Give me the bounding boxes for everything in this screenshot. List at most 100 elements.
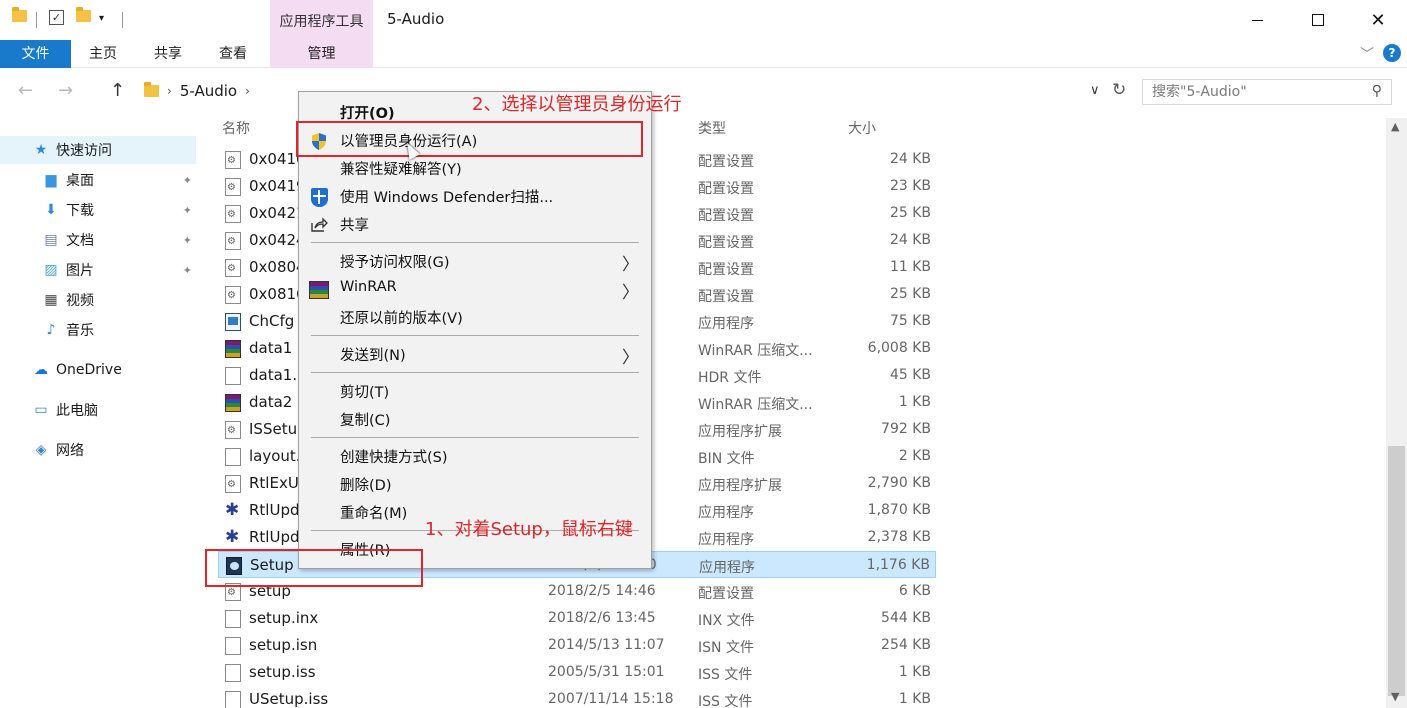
- menu-item-send-to[interactable]: 发送到(N) 〉: [299, 340, 651, 368]
- network-icon: ◈: [35, 442, 47, 458]
- pin-icon[interactable]: ✦: [183, 204, 192, 217]
- file-type: 配置设置: [698, 289, 754, 305]
- search-box[interactable]: ⚲: [1142, 79, 1392, 105]
- menu-item-label: 剪切(T): [340, 385, 390, 401]
- toolbar-divider: [36, 12, 37, 28]
- menu-item-give-access[interactable]: 授予访问权限(G) 〉: [299, 247, 651, 275]
- close-button[interactable]: ✕: [1355, 0, 1401, 40]
- search-input[interactable]: [1143, 80, 1353, 104]
- file-row[interactable]: setup.isn 2014/5/13 11:07 ISN 文件 254 KB: [218, 632, 936, 659]
- pin-icon[interactable]: ✦: [183, 264, 192, 277]
- file-name: RtlUpd: [249, 501, 300, 519]
- file-size: 75 KB: [889, 313, 931, 329]
- address-dropdown-icon[interactable]: ∨: [1090, 83, 1100, 98]
- file-type: INX 文件: [698, 613, 755, 629]
- customize-dropdown-icon[interactable]: ▾: [99, 13, 104, 24]
- file-row[interactable]: USetup.iss 2007/11/14 15:18 ISS 文件 1 KB: [218, 686, 936, 708]
- file-size: 6 KB: [898, 583, 931, 599]
- file-name: USetup.iss: [249, 690, 329, 708]
- pin-icon[interactable]: ✦: [183, 174, 192, 187]
- menu-item-delete[interactable]: 删除(D): [299, 470, 651, 498]
- nav-item-videos[interactable]: ▦ 视频: [0, 286, 196, 314]
- file-size: 25 KB: [889, 205, 931, 221]
- scroll-up-arrow-icon[interactable]: ▲: [1391, 120, 1399, 133]
- menu-item-copy[interactable]: 复制(C): [299, 405, 651, 433]
- help-icon[interactable]: ?: [1383, 44, 1401, 62]
- nav-item-pictures[interactable]: ▨ 图片 ✦: [0, 256, 196, 284]
- blank-file-icon: [225, 637, 241, 655]
- pictures-icon: ▨: [44, 262, 58, 278]
- file-size: 24 KB: [889, 151, 931, 167]
- file-row[interactable]: setup.inx 2018/2/6 13:45 INX 文件 544 KB: [218, 605, 936, 632]
- nav-item-label: 快速访问: [56, 143, 112, 159]
- file-row[interactable]: setup.iss 2005/5/31 15:01 ISS 文件 1 KB: [218, 659, 936, 686]
- nav-item-onedrive[interactable]: ☁ OneDrive: [0, 356, 196, 384]
- blank-file-icon: [225, 664, 241, 682]
- tab-view[interactable]: 查看: [208, 40, 258, 68]
- download-icon: ⬇: [45, 202, 57, 218]
- maximize-button[interactable]: [1295, 0, 1341, 40]
- refresh-icon[interactable]: ↻: [1112, 80, 1126, 100]
- config-file-icon: [225, 286, 241, 304]
- tab-share[interactable]: 共享: [143, 40, 193, 68]
- file-size: 2,790 KB: [867, 475, 931, 491]
- file-size: 792 KB: [881, 421, 931, 437]
- scrollbar-thumb[interactable]: [1388, 446, 1405, 696]
- properties-check-icon[interactable]: ✓: [49, 10, 64, 25]
- menu-item-compat-troubleshoot[interactable]: 兼容性疑难解答(Y): [299, 154, 651, 182]
- back-button[interactable]: ←: [18, 80, 33, 101]
- nav-item-documents[interactable]: ▤ 文档 ✦: [0, 226, 196, 254]
- column-header-type[interactable]: 类型: [698, 118, 726, 138]
- vertical-scrollbar[interactable]: ▲ ▼: [1386, 118, 1407, 708]
- nav-item-quick-access[interactable]: ★ 快速访问: [0, 136, 196, 164]
- nav-item-music[interactable]: ♪ 音乐: [0, 316, 196, 344]
- forward-button[interactable]: →: [58, 80, 73, 101]
- nav-item-label: OneDrive: [56, 362, 122, 378]
- file-date: 2005/5/31 15:01: [548, 664, 665, 680]
- file-type: 配置设置: [698, 154, 754, 170]
- menu-item-create-shortcut[interactable]: 创建快捷方式(S): [299, 442, 651, 470]
- nav-item-network[interactable]: ◈ 网络: [0, 436, 196, 464]
- menu-item-label: 重命名(M): [340, 506, 408, 522]
- pin-icon[interactable]: ✦: [183, 234, 192, 247]
- tab-file[interactable]: 文件: [0, 40, 71, 68]
- menu-item-restore-versions[interactable]: 还原以前的版本(V): [299, 303, 651, 331]
- context-menu: 打开(O) 以管理员身份运行(A) 兼容性疑难解答(Y) 使用 Windows …: [298, 91, 652, 569]
- expand-ribbon-icon[interactable]: ﹀: [1360, 44, 1374, 64]
- realtek-app-icon: [225, 500, 241, 520]
- file-type: WinRAR 压缩文...: [698, 343, 813, 359]
- breadcrumb-5-audio[interactable]: 5-Audio: [180, 82, 237, 100]
- submenu-arrow-icon: 〉: [622, 255, 639, 275]
- column-header-name[interactable]: 名称: [222, 118, 250, 138]
- file-date: 2018/2/5 14:46: [548, 583, 656, 599]
- up-button[interactable]: ↑: [110, 80, 125, 101]
- nav-item-downloads[interactable]: ⬇ 下载 ✦: [0, 196, 196, 224]
- menu-item-winrar[interactable]: WinRAR 〉: [299, 275, 651, 303]
- tab-home[interactable]: 主页: [78, 40, 128, 68]
- file-name: setup.isn: [249, 636, 318, 654]
- file-size: 23 KB: [889, 178, 931, 194]
- file-size: 1 KB: [898, 394, 931, 410]
- highlight-run-as-admin: [296, 121, 643, 157]
- nav-item-label: 文档: [66, 233, 94, 249]
- menu-item-cut[interactable]: 剪切(T): [299, 377, 651, 405]
- minimize-button[interactable]: [1234, 0, 1280, 40]
- new-folder-icon[interactable]: [76, 7, 91, 22]
- breadcrumb-separator: ›: [167, 84, 172, 98]
- menu-item-share[interactable]: 共享: [299, 210, 651, 238]
- file-size: 1,176 KB: [866, 557, 930, 573]
- folder-icon: [12, 7, 27, 22]
- file-name: data2: [249, 393, 293, 411]
- nav-item-this-pc[interactable]: ▭ 此电脑: [0, 396, 196, 424]
- file-date: 2014/5/13 11:07: [548, 637, 665, 653]
- column-header-size[interactable]: 大小: [848, 118, 876, 138]
- file-date: 2007/11/14 15:18: [548, 691, 674, 707]
- search-icon[interactable]: ⚲: [1372, 83, 1382, 99]
- tab-manage[interactable]: 管理: [270, 40, 373, 68]
- nav-item-desktop[interactable]: ▆ 桌面 ✦: [0, 166, 196, 194]
- config-file-icon: [225, 259, 241, 277]
- breadcrumb-separator[interactable]: ›: [245, 84, 250, 98]
- file-size: 24 KB: [889, 232, 931, 248]
- menu-item-defender-scan[interactable]: 使用 Windows Defender扫描...: [299, 182, 651, 210]
- scroll-down-arrow-icon[interactable]: ▼: [1391, 690, 1399, 703]
